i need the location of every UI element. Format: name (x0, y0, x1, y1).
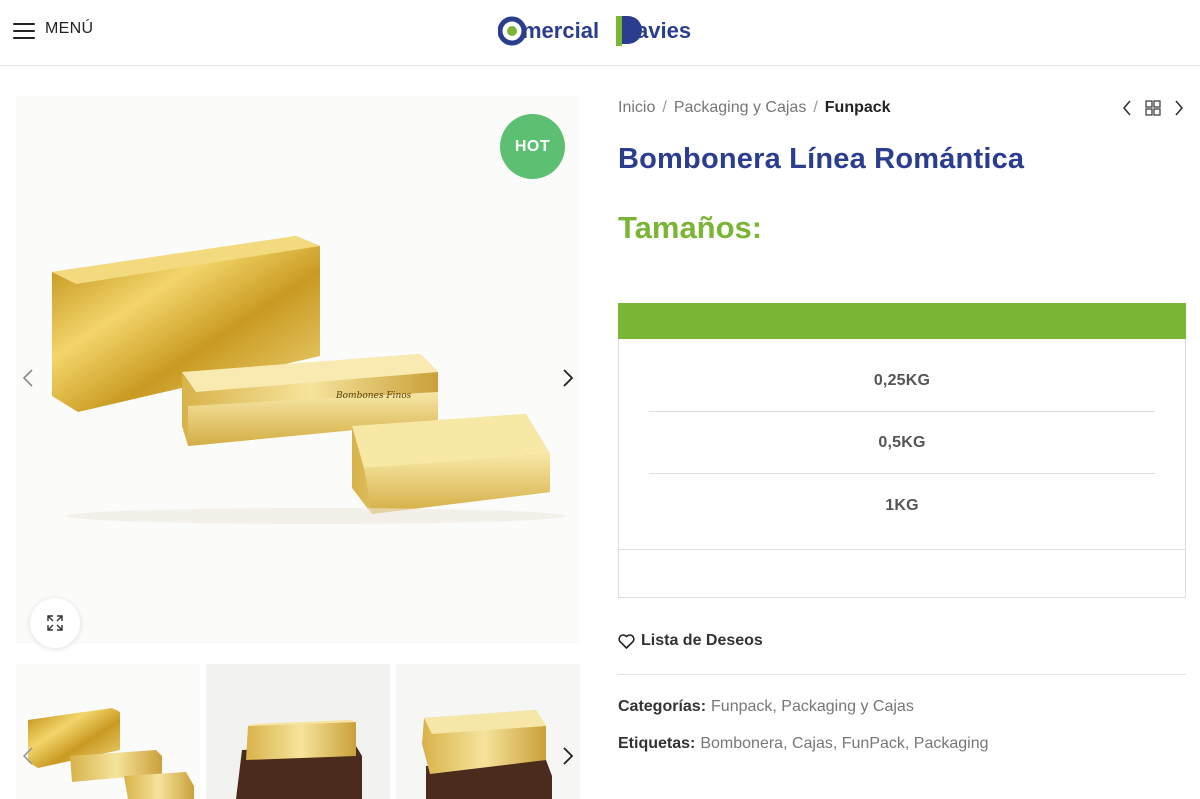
gallery-prev-arrow[interactable] (16, 366, 40, 390)
product-title: Bombonera Línea Romántica (618, 143, 1025, 175)
category-link[interactable]: Funpack (711, 698, 772, 715)
logo-text-b: avies (636, 18, 691, 43)
expand-icon (47, 615, 63, 631)
categories-label: Categorías: (618, 698, 707, 715)
hot-badge: HOT (500, 114, 565, 179)
chevron-left-icon (22, 369, 33, 387)
thumbnail-3[interactable] (396, 664, 580, 799)
thumbnail-2[interactable] (206, 664, 390, 799)
wishlist-label: Lista de Deseos (641, 632, 763, 649)
thumbs-prev-arrow[interactable] (16, 744, 40, 768)
breadcrumb-separator: / (813, 99, 818, 116)
sizes-table: 0,25KG 0,5KG 1KG (618, 303, 1186, 598)
size-option: 0,5KG (649, 412, 1155, 474)
chevron-right-icon (563, 369, 574, 387)
next-product-button[interactable] (1170, 98, 1188, 118)
all-products-button[interactable] (1144, 98, 1162, 118)
size-option: 1KG (885, 497, 919, 514)
tag-link[interactable]: FunPack (842, 735, 905, 752)
chevron-right-icon (1175, 100, 1184, 116)
tag-link[interactable]: Bombonera (700, 735, 783, 752)
chevron-left-icon (22, 747, 33, 765)
sizes-heading: Tamaños: (618, 210, 763, 245)
thumbnail-1[interactable] (16, 664, 200, 799)
wishlist-button[interactable]: Lista de Deseos (618, 630, 763, 652)
breadcrumb-category-link[interactable]: Packaging y Cajas (674, 97, 807, 119)
product-main-image[interactable]: Bombones Finos (16, 96, 580, 644)
zoom-button[interactable] (30, 598, 80, 648)
categories-line: Categorías: Funpack, Packaging y Cajas (618, 698, 914, 715)
prev-product-button[interactable] (1118, 98, 1136, 118)
sizes-table-header-bar (618, 303, 1186, 339)
grid-icon (1145, 100, 1161, 116)
breadcrumb: Inicio / Packaging y Cajas / Funpack (618, 97, 891, 119)
site-header: MENÚ mercial avies (0, 0, 1200, 66)
menu-button[interactable]: MENÚ (13, 18, 93, 40)
category-link[interactable]: Packaging y Cajas (781, 698, 914, 715)
breadcrumb-current: Funpack (824, 99, 891, 116)
breadcrumb-home-link[interactable]: Inicio (618, 97, 655, 119)
size-option: 0,25KG (649, 350, 1155, 412)
chevron-right-icon (563, 747, 574, 765)
menu-label: MENÚ (45, 20, 94, 37)
tags-label: Etiquetas: (618, 735, 696, 752)
logo-text-a: mercial (522, 18, 599, 43)
chevron-left-icon (1122, 100, 1131, 116)
gallery-next-arrow[interactable] (556, 366, 580, 390)
heart-icon (618, 633, 635, 649)
product-navigation (1118, 98, 1188, 118)
thumbnail-strip (16, 664, 580, 799)
breadcrumb-separator: / (662, 99, 667, 116)
tag-link[interactable]: Packaging (914, 735, 989, 752)
sizes-table-divider (619, 549, 1185, 550)
tag-link[interactable]: Cajas (792, 735, 833, 752)
meta-divider (618, 674, 1186, 675)
site-logo[interactable]: mercial avies (498, 14, 704, 48)
thumbs-next-arrow[interactable] (556, 744, 580, 768)
hamburger-icon (13, 20, 35, 39)
tags-line: Etiquetas: Bombonera, Cajas, FunPack, Pac… (618, 735, 989, 752)
box-text: Bombones Finos (335, 391, 412, 401)
